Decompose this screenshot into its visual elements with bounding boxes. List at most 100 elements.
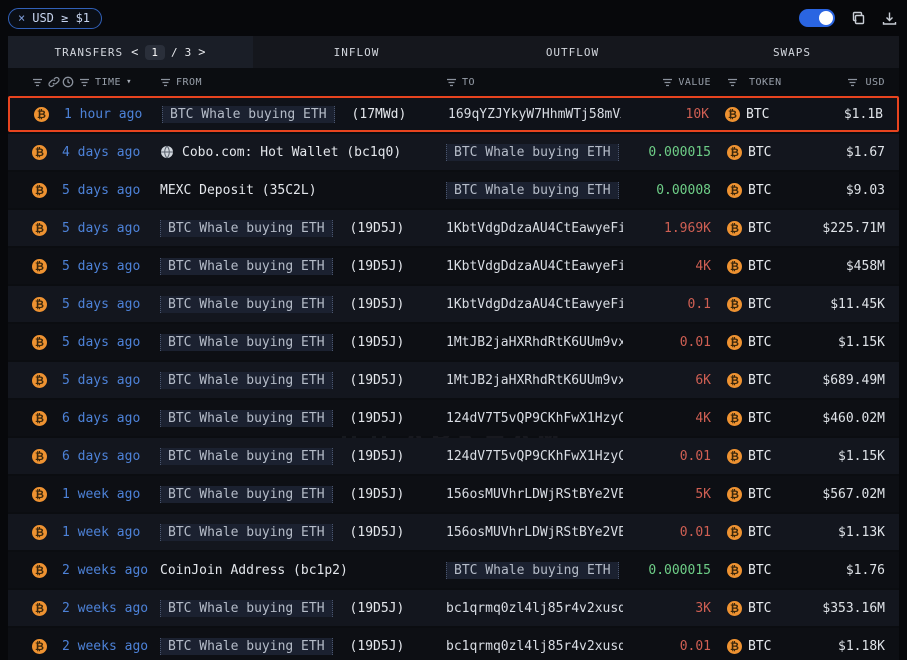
entity-chip[interactable]: BTC Whale buying ETH <box>160 296 333 313</box>
from-endpoint[interactable]: BTC Whale buying ETH(17MWd) <box>162 106 406 123</box>
time-cell[interactable]: 4 days ago <box>62 145 160 160</box>
to-cell[interactable]: 1KbtVdgDdzaAU4CtEawyeFiaM9x63DCava <box>446 297 623 312</box>
time-cell[interactable]: 5 days ago <box>62 373 160 388</box>
from-cell[interactable]: BTC Whale buying ETH(19D5J) <box>160 486 446 503</box>
from-cell[interactable]: BTC Whale buying ETH(19D5J) <box>160 220 446 237</box>
from-endpoint[interactable]: BTC Whale buying ETH(19D5J) <box>160 410 404 427</box>
tab-swaps[interactable]: SWAPS <box>685 36 899 68</box>
to-endpoint[interactable]: 1MtJB2jaHXRhdRtK6UUm9vxGZGRa4GEpYn <box>446 335 623 350</box>
entity-chip[interactable]: BTC Whale buying ETH <box>162 106 335 123</box>
table-row[interactable]: ₿5 days agoBTC Whale buying ETH(19D5J)1K… <box>8 210 899 246</box>
relative-time[interactable]: 5 days ago <box>62 373 140 388</box>
relative-time[interactable]: 4 days ago <box>62 145 140 160</box>
from-cell[interactable]: Cobo.com: Hot Wallet (bc1q0) <box>160 145 446 160</box>
token-cell[interactable]: ₿BTC <box>725 107 791 122</box>
entity-chip[interactable]: BTC Whale buying ETH <box>446 562 619 579</box>
copy-icon[interactable] <box>850 10 866 26</box>
token-cell[interactable]: ₿BTC <box>727 335 793 350</box>
time-cell[interactable]: 2 weeks ago <box>62 601 160 616</box>
token-cell[interactable]: ₿BTC <box>727 183 793 198</box>
from-cell[interactable]: BTC Whale buying ETH(19D5J) <box>160 410 446 427</box>
filter-icon[interactable] <box>446 78 457 87</box>
time-cell[interactable]: 5 days ago <box>62 335 160 350</box>
entity-chip[interactable]: BTC Whale buying ETH <box>160 334 333 351</box>
to-cell[interactable]: BTC Whale buying ETH(19D5J) <box>446 144 623 161</box>
table-row[interactable]: ₿1 week agoBTC Whale buying ETH(19D5J)15… <box>8 476 899 512</box>
from-endpoint[interactable]: BTC Whale buying ETH(19D5J) <box>160 372 404 389</box>
entity-chip[interactable]: BTC Whale buying ETH <box>160 486 333 503</box>
table-row[interactable]: ₿5 days agoBTC Whale buying ETH(19D5J)1K… <box>8 286 899 322</box>
token-cell[interactable]: ₿BTC <box>727 259 793 274</box>
entity-chip[interactable]: BTC Whale buying ETH <box>446 144 619 161</box>
to-cell[interactable]: 1KbtVdgDdzaAU4CtEawyeFiaM9x63DCava <box>446 221 623 236</box>
filter-icon[interactable] <box>662 78 673 87</box>
tab-outflow[interactable]: OUTFLOW <box>460 36 685 68</box>
to-cell[interactable]: BTC Whale buying ETH(19D5J) <box>446 182 623 199</box>
token-cell[interactable]: ₿BTC <box>727 449 793 464</box>
table-row[interactable]: ₿1 hour agoBTC Whale buying ETH(17MWd)16… <box>8 96 899 132</box>
next-page-chevron-icon[interactable]: > <box>198 45 206 59</box>
close-icon[interactable]: × <box>18 11 25 25</box>
time-cell[interactable]: 5 days ago <box>62 297 160 312</box>
entity-chip[interactable]: BTC Whale buying ETH <box>160 258 333 275</box>
time-cell[interactable]: 1 week ago <box>62 525 160 540</box>
from-endpoint[interactable]: MEXC Deposit (35C2L) <box>160 183 317 198</box>
entity-chip[interactable]: BTC Whale buying ETH <box>160 448 333 465</box>
from-cell[interactable]: BTC Whale buying ETH(19D5J) <box>160 296 446 313</box>
header-to[interactable]: TO <box>462 77 475 88</box>
to-endpoint[interactable]: BTC Whale buying ETH(19D5J) <box>446 182 623 199</box>
filter-icon[interactable] <box>32 78 43 87</box>
from-endpoint[interactable]: BTC Whale buying ETH(19D5J) <box>160 220 404 237</box>
token-cell[interactable]: ₿BTC <box>727 563 793 578</box>
from-endpoint[interactable]: Cobo.com: Hot Wallet (bc1q0) <box>160 145 401 160</box>
table-row[interactable]: ₿6 days agoBTC Whale buying ETH(19D5J)12… <box>8 400 899 436</box>
time-cell[interactable]: 5 days ago <box>62 221 160 236</box>
table-row[interactable]: ₿5 days agoBTC Whale buying ETH(19D5J)1K… <box>8 248 899 284</box>
table-row[interactable]: ₿2 weeks agoCoinJoin Address (bc1p2)BTC … <box>8 552 899 588</box>
to-endpoint[interactable]: BTC Whale buying ETH(19D5J) <box>446 562 623 579</box>
relative-time[interactable]: 5 days ago <box>62 335 140 350</box>
relative-time[interactable]: 5 days ago <box>62 183 140 198</box>
to-cell[interactable]: 1MtJB2jaHXRhdRtK6UUm9vxGZGRa4GEpYn <box>446 373 623 388</box>
relative-time[interactable]: 5 days ago <box>62 221 140 236</box>
entity-chip[interactable]: BTC Whale buying ETH <box>160 372 333 389</box>
from-endpoint[interactable]: BTC Whale buying ETH(19D5J) <box>160 524 404 541</box>
entity-chip[interactable]: BTC Whale buying ETH <box>160 410 333 427</box>
to-cell[interactable]: BTC Whale buying ETH(19D5J) <box>446 562 623 579</box>
from-endpoint[interactable]: BTC Whale buying ETH(19D5J) <box>160 258 404 275</box>
relative-time[interactable]: 1 week ago <box>62 487 140 502</box>
to-endpoint[interactable]: 1KbtVdgDdzaAU4CtEawyeFiaM9x63DCava <box>446 221 623 236</box>
from-cell[interactable]: BTC Whale buying ETH(19D5J) <box>160 334 446 351</box>
filter-icon[interactable] <box>79 78 90 87</box>
from-endpoint[interactable]: BTC Whale buying ETH(19D5J) <box>160 448 404 465</box>
time-cell[interactable]: 6 days ago <box>62 449 160 464</box>
to-cell[interactable]: 124dV7T5vQP9CKhFwX1HzyCvT5gWRv4Pto <box>446 411 623 426</box>
to-endpoint[interactable]: 169qYZJYkyW7HhmWTj58mVXRZDhMFHPZPd <box>448 107 621 122</box>
from-cell[interactable]: BTC Whale buying ETH(19D5J) <box>160 524 446 541</box>
table-row[interactable]: ₿4 days agoCobo.com: Hot Wallet (bc1q0)B… <box>8 134 899 170</box>
to-endpoint[interactable]: bc1qrmq0zl4lj85r4v2xusdelhx5mme45zsks… <box>446 639 623 654</box>
entity-chip[interactable]: BTC Whale buying ETH <box>160 638 333 655</box>
entity-chip[interactable]: BTC Whale buying ETH <box>160 524 333 541</box>
relative-time[interactable]: 5 days ago <box>62 297 140 312</box>
header-time[interactable]: TIME <box>95 77 121 88</box>
token-cell[interactable]: ₿BTC <box>727 525 793 540</box>
usd-filter-chip[interactable]: × USD ≥ $1 <box>8 8 102 29</box>
time-cell[interactable]: 2 weeks ago <box>62 639 160 654</box>
to-endpoint[interactable]: 156osMUVhrLDWjRStBYe2VEW2cDy7xWrc8 <box>446 487 623 502</box>
to-cell[interactable]: 156osMUVhrLDWjRStBYe2VEW2cDy7xWrc8 <box>446 525 623 540</box>
from-cell[interactable]: BTC Whale buying ETH(19D5J) <box>160 258 446 275</box>
table-row[interactable]: ₿5 days agoMEXC Deposit (35C2L)BTC Whale… <box>8 172 899 208</box>
to-cell[interactable]: bc1qrmq0zl4lj85r4v2xusdelhx5mme45zsks… <box>446 601 623 616</box>
from-cell[interactable]: BTC Whale buying ETH(19D5J) <box>160 600 446 617</box>
to-endpoint[interactable]: 1KbtVdgDdzaAU4CtEawyeFiaM9x63DCava <box>446 259 623 274</box>
table-row[interactable]: ₿6 days agoBTC Whale buying ETH(19D5J)12… <box>8 438 899 474</box>
chevron-down-icon[interactable]: ▾ <box>126 77 132 87</box>
token-cell[interactable]: ₿BTC <box>727 297 793 312</box>
relative-time[interactable]: 2 weeks ago <box>62 639 148 654</box>
to-endpoint[interactable]: bc1qrmq0zl4lj85r4v2xusdelhx5mme45zsks… <box>446 601 623 616</box>
header-token[interactable]: TOKEN <box>749 77 782 88</box>
from-cell[interactable]: MEXC Deposit (35C2L) <box>160 183 446 198</box>
from-cell[interactable]: BTC Whale buying ETH(19D5J) <box>160 448 446 465</box>
relative-time[interactable]: 6 days ago <box>62 449 140 464</box>
